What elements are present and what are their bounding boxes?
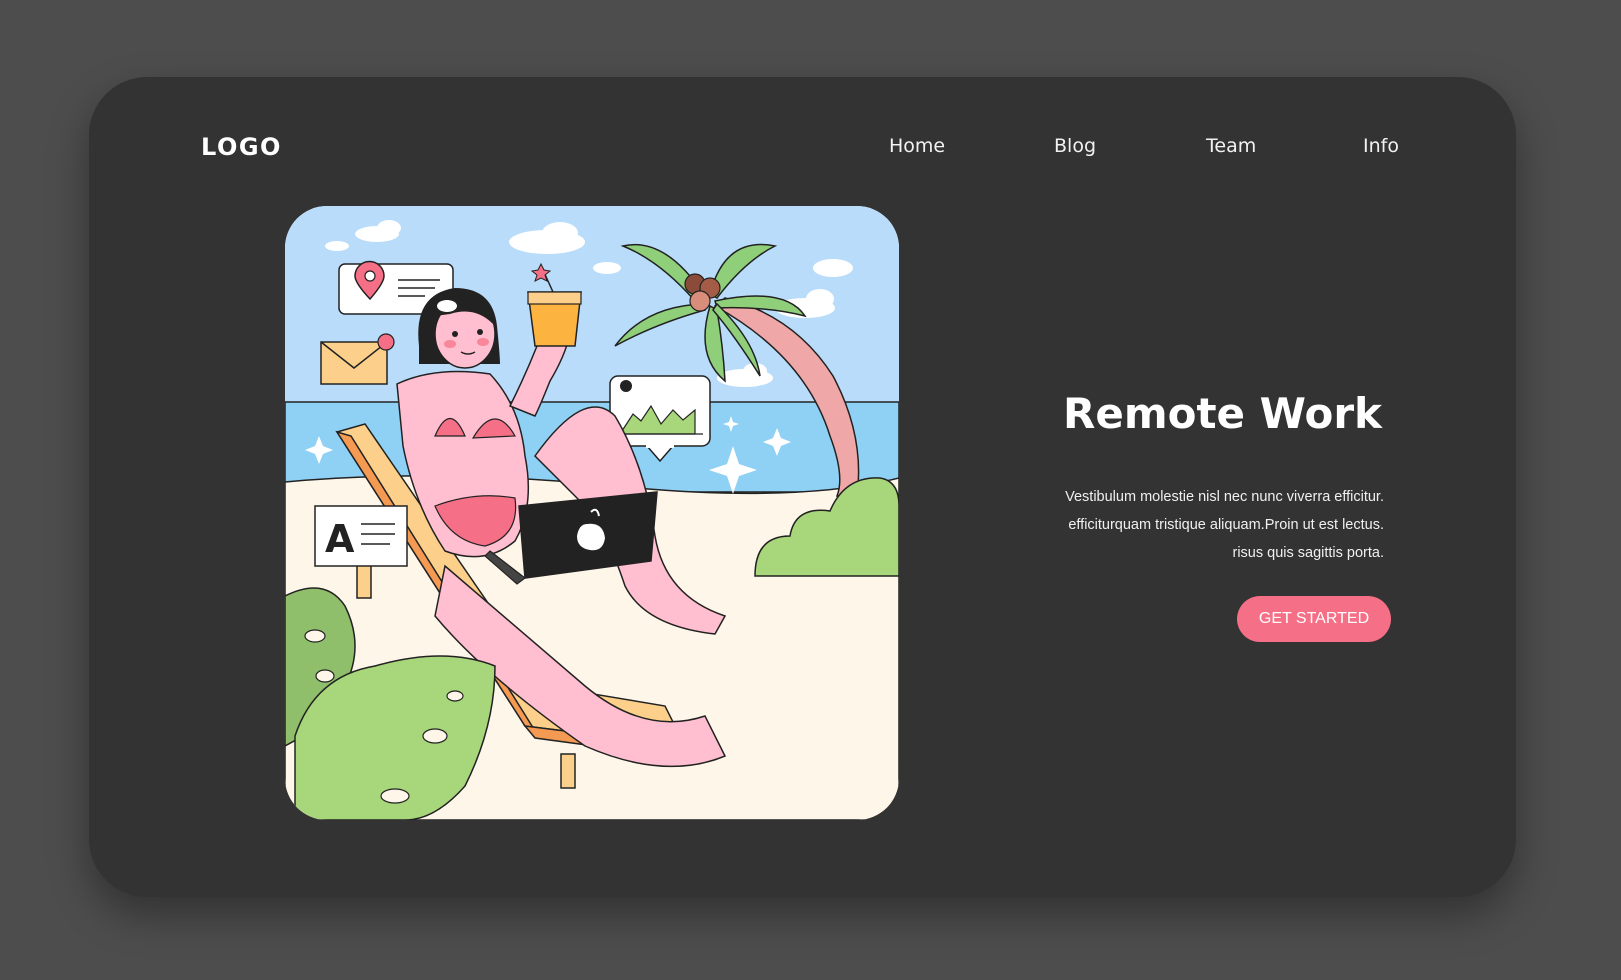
doc-letter: A (325, 517, 355, 561)
hero-description-line: risus quis sagittis porta. (1232, 545, 1384, 561)
get-started-button[interactable]: GET STARTED (1237, 596, 1391, 642)
hero-title: Remote Work (1063, 389, 1382, 438)
landing-card: LOGO Home Blog Team Info A Remote Work V… (89, 77, 1516, 897)
hero-description-line: Vestibulum molestie nisl nec nunc viverr… (1065, 489, 1384, 505)
nav-team-link[interactable]: Team (1206, 135, 1256, 157)
top-nav: Home Blog Team Info (89, 135, 1516, 165)
nav-blog-link[interactable]: Blog (1054, 135, 1096, 157)
nav-home-link[interactable]: Home (889, 135, 945, 157)
hero-description-line: efficiturquam tristique aliquam.Proin ut… (1068, 517, 1384, 533)
hero-description: Vestibulum molestie nisl nec nunc viverr… (944, 483, 1384, 567)
remote-work-illustration: A (285, 206, 899, 820)
nav-info-link[interactable]: Info (1363, 135, 1399, 157)
